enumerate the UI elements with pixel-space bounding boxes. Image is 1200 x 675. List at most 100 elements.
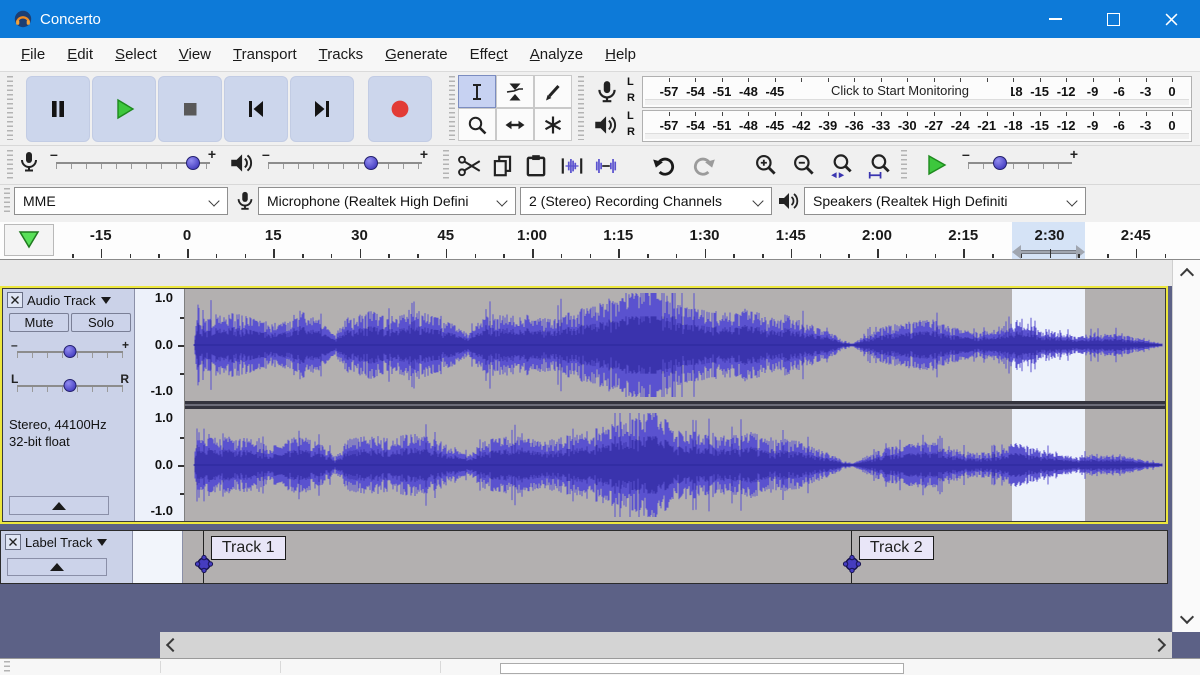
fit-project-button[interactable] — [864, 150, 896, 182]
selection-time-field[interactable] — [500, 663, 904, 674]
skip-to-start-button[interactable] — [224, 76, 288, 142]
maximize-button[interactable] — [1084, 0, 1142, 38]
copy-button[interactable] — [487, 150, 519, 182]
skip-to-end-button[interactable] — [290, 76, 354, 142]
toolbar-grip[interactable] — [443, 150, 449, 180]
label-track[interactable]: Label Track Track 1 Track 2 — [0, 530, 1168, 584]
collapse-track-button[interactable] — [7, 558, 107, 576]
scroll-up-button[interactable] — [1173, 260, 1200, 286]
time-shift-tool-button[interactable] — [496, 108, 534, 141]
slider-thumb[interactable] — [364, 156, 378, 170]
horizontal-scrollbar[interactable] — [160, 632, 1172, 658]
close-button[interactable] — [1142, 0, 1200, 38]
slider-thumb[interactable] — [64, 345, 77, 358]
label-text-box[interactable]: Track 1 — [211, 536, 286, 560]
slider-min-label: – — [50, 146, 58, 162]
redo-button[interactable] — [688, 150, 720, 182]
minimize-button[interactable] — [1026, 0, 1084, 38]
menu-edit[interactable]: Edit — [56, 46, 104, 63]
tracks-area: Audio Track Mute Solo – + L R — [0, 260, 1200, 658]
envelope-tool-button[interactable] — [496, 75, 534, 108]
silence-audio-button[interactable] — [590, 150, 622, 182]
toolbar-separator — [160, 661, 161, 673]
pan-slider[interactable]: L R — [11, 373, 129, 397]
label-track-title-dropdown[interactable]: Label Track — [25, 535, 107, 550]
menu-effect[interactable]: Effect — [459, 46, 519, 63]
zoom-in-button[interactable] — [750, 150, 782, 182]
meter-tick — [801, 78, 802, 82]
undo-button[interactable] — [648, 150, 680, 182]
slider-thumb[interactable] — [64, 379, 77, 392]
audio-track[interactable]: Audio Track Mute Solo – + L R — [0, 286, 1168, 524]
scroll-right-button[interactable] — [1146, 632, 1172, 658]
label-track-content[interactable]: Track 1 Track 2 — [183, 531, 1167, 583]
recording-channels-dropdown[interactable]: 2 (Stereo) Recording Channels — [520, 187, 772, 215]
selection-tool-button[interactable] — [458, 75, 496, 108]
trim-audio-button[interactable] — [556, 150, 588, 182]
menu-tracks[interactable]: Tracks — [308, 46, 374, 63]
play-speed-slider[interactable]: – + — [962, 148, 1078, 174]
menu-file[interactable]: File — [10, 46, 56, 63]
play-button[interactable] — [92, 76, 156, 142]
record-meter-button[interactable] — [594, 78, 620, 111]
fit-selection-button[interactable] — [826, 150, 858, 182]
paste-button[interactable] — [520, 150, 552, 182]
toolbar-grip[interactable] — [7, 76, 13, 140]
toolbar-grip[interactable] — [7, 150, 13, 180]
play-at-speed-button[interactable] — [914, 149, 958, 181]
timeline-options-button[interactable] — [4, 224, 54, 256]
stop-button[interactable] — [158, 76, 222, 142]
toolbar-grip[interactable] — [578, 76, 584, 140]
mute-button[interactable]: Mute — [9, 313, 69, 332]
playback-meter-button[interactable] — [592, 112, 618, 143]
meter-monitoring-text[interactable]: Click to Start Monitoring — [789, 83, 1011, 98]
waveform-left-channel[interactable] — [185, 289, 1165, 401]
time-ruler[interactable]: -1501530451:001:151:301:452:002:152:302:… — [60, 222, 1172, 259]
cut-button[interactable] — [454, 150, 486, 182]
vertical-scrollbar[interactable] — [1172, 260, 1200, 632]
toolbar-grip[interactable] — [449, 76, 455, 140]
zoom-tool-button[interactable] — [458, 108, 496, 141]
menu-view[interactable]: View — [168, 46, 222, 63]
slider-thumb[interactable] — [186, 156, 200, 170]
menu-analyze[interactable]: Analyze — [519, 46, 594, 63]
record-button[interactable] — [368, 76, 432, 142]
vertical-scale-ruler[interactable]: 1.00.0-1.01.00.0-1.0 — [135, 289, 185, 521]
label-track-ruler-gap — [133, 531, 183, 583]
playback-meter[interactable]: -57-54-51-48-45-42-39-36-33-30-27-24-21-… — [642, 110, 1192, 142]
zoom-out-button[interactable] — [788, 150, 820, 182]
vertical-scale-value: -1.0 — [135, 503, 173, 518]
scroll-down-button[interactable] — [1173, 606, 1200, 632]
waveform-display[interactable] — [185, 289, 1165, 521]
playback-device-dropdown[interactable]: Speakers (Realtek High Definiti — [804, 187, 1086, 215]
menu-transport[interactable]: Transport — [222, 46, 308, 63]
gain-slider[interactable]: – + — [11, 339, 129, 363]
label-text-box[interactable]: Track 2 — [859, 536, 934, 560]
scroll-left-button[interactable] — [160, 632, 186, 658]
recording-volume-slider[interactable]: – + — [50, 148, 216, 174]
multi-tool-button[interactable] — [534, 108, 572, 141]
toolbar-grip[interactable] — [901, 150, 907, 180]
close-track-button[interactable] — [5, 534, 21, 550]
pause-button[interactable] — [26, 76, 90, 142]
menu-select[interactable]: Select — [104, 46, 168, 63]
waveform-right-channel[interactable] — [185, 409, 1165, 521]
timeline-ruler[interactable]: -1501530451:001:151:301:452:002:152:302:… — [0, 222, 1200, 260]
playback-volume-slider[interactable]: – + — [262, 148, 428, 174]
draw-tool-button[interactable] — [534, 75, 572, 108]
close-track-button[interactable] — [7, 292, 23, 308]
recording-device-dropdown[interactable]: Microphone (Realtek High Defini — [258, 187, 516, 215]
menu-help[interactable]: Help — [594, 46, 647, 63]
toolbar-grip[interactable] — [4, 188, 10, 214]
slider-thumb[interactable] — [993, 156, 1007, 170]
recording-meter[interactable]: -57-54-51-48-45-42-39-36-33-30-27-24-21-… — [642, 76, 1192, 108]
audio-track-title-dropdown[interactable]: Audio Track — [27, 293, 111, 308]
collapse-track-button[interactable] — [9, 496, 109, 515]
menu-generate[interactable]: Generate — [374, 46, 459, 63]
toolbar-grip[interactable] — [4, 661, 10, 673]
horizontal-scrollbar-track[interactable] — [186, 632, 1146, 658]
ruler-tick — [762, 254, 764, 258]
audio-host-dropdown[interactable]: MME — [14, 187, 228, 215]
solo-button[interactable]: Solo — [71, 313, 131, 332]
ruler-tick — [1078, 254, 1080, 258]
